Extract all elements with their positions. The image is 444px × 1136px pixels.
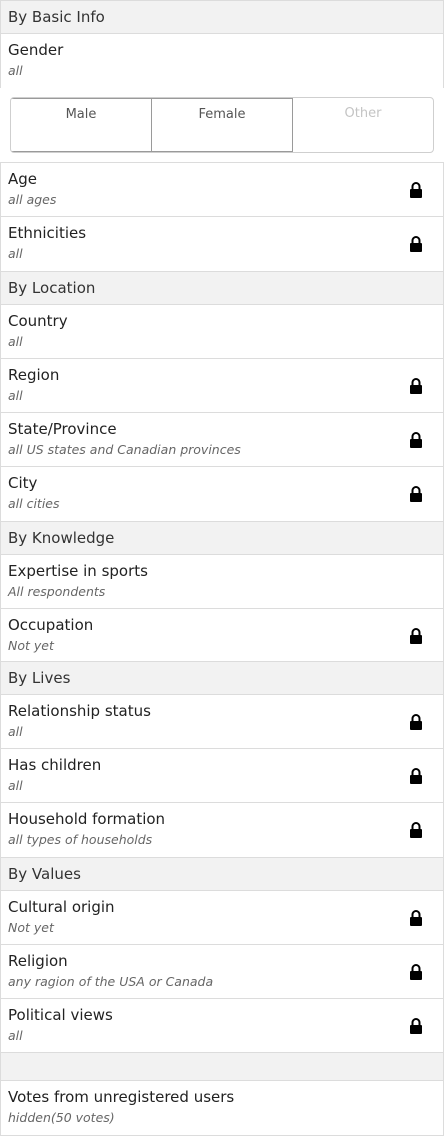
basic-info-panel: By Basic Info Gender all [0,0,444,88]
filter-label: Household formation [8,810,166,828]
section-header-location: By Location [1,272,443,305]
filter-row-household[interactable]: Household formation all types of househo… [1,803,443,857]
lock-icon [410,822,422,838]
gender-option-other[interactable]: Other [293,98,433,152]
filter-row-gender[interactable]: Gender all [1,34,443,88]
filter-value: all [8,246,23,261]
basic-info-locked-panel: Age all ages Ethnicities all [0,162,444,272]
filter-label: Relationship status [8,702,151,720]
filter-row-ethnicities[interactable]: Ethnicities all [1,217,443,271]
filter-label: Has children [8,756,102,774]
filter-value: all [8,778,23,793]
section-title: By Knowledge [8,529,115,547]
filter-value: all [8,1028,23,1043]
lock-icon [410,1018,422,1034]
filter-value: all types of households [8,832,153,847]
filter-label: Ethnicities [8,224,87,242]
filter-row-political-views[interactable]: Political views all [1,999,443,1053]
unregistered-panel: Votes from unregistered users hidden(50 … [0,1052,444,1136]
filter-row-unregistered-votes[interactable]: Votes from unregistered users hidden(50 … [1,1081,443,1135]
filter-label: Country [8,312,68,330]
filter-label: Votes from unregistered users [8,1088,235,1106]
section-title: By Values [8,865,81,883]
lock-icon [410,432,422,448]
filter-label: Political views [8,1006,113,1024]
filter-label: Expertise in sports [8,562,148,580]
lock-icon [410,628,422,644]
section-header-basic-info: By Basic Info [1,1,443,34]
knowledge-panel: By Knowledge Expertise in sports All res… [0,521,444,664]
values-panel: By Values Cultural origin Not yet Religi… [0,857,444,1054]
lock-icon [410,964,422,980]
lock-icon [410,768,422,784]
gender-option-male[interactable]: Male [11,98,152,152]
section-header-lives: By Lives [1,662,443,695]
filter-value: all [8,388,23,403]
filter-row-relationship[interactable]: Relationship status all [1,695,443,749]
lock-icon [410,378,422,394]
filter-row-country[interactable]: Country all [1,305,443,359]
filter-label: State/Province [8,420,117,438]
filter-value: all [8,63,23,78]
filter-value: all cities [8,496,60,511]
lock-icon [410,714,422,730]
section-header-values: By Values [1,858,443,891]
filter-row-state-province[interactable]: State/Province all US states and Canadia… [1,413,443,467]
filter-value: all US states and Canadian provinces [8,442,241,457]
gender-selector: Male Female Other [10,97,434,153]
lock-icon [410,486,422,502]
section-title: By Location [8,279,96,297]
filter-value: all [8,334,23,349]
section-spacer [1,1053,443,1081]
filter-value: All respondents [8,584,106,599]
filter-label: Age [8,170,38,188]
filter-value: all [8,724,23,739]
filter-value: any ragion of the USA or Canada [8,974,214,989]
filter-row-cultural-origin[interactable]: Cultural origin Not yet [1,891,443,945]
section-header-knowledge: By Knowledge [1,522,443,555]
filter-row-religion[interactable]: Religion any ragion of the USA or Canada [1,945,443,999]
filter-value: hidden(50 votes) [8,1110,115,1125]
section-title: By Basic Info [8,8,105,26]
filter-row-expertise[interactable]: Expertise in sports All respondents [1,555,443,609]
filter-row-region[interactable]: Region all [1,359,443,413]
filter-value: Not yet [8,920,54,935]
lock-icon [410,236,422,252]
filter-value: all ages [8,192,57,207]
filter-label: Cultural origin [8,898,115,916]
filter-label: Gender [8,41,64,59]
filter-label: Religion [8,952,68,970]
filter-row-age[interactable]: Age all ages [1,163,443,217]
filter-value: Not yet [8,638,54,653]
filter-row-occupation[interactable]: Occupation Not yet [1,609,443,663]
location-panel: By Location Country all Region all State… [0,271,444,522]
filter-row-city[interactable]: City all cities [1,467,443,521]
lock-icon [410,910,422,926]
filter-label: City [8,474,38,492]
lock-icon [410,182,422,198]
filter-row-has-children[interactable]: Has children all [1,749,443,803]
filter-label: Region [8,366,60,384]
section-title: By Lives [8,669,71,687]
lives-panel: By Lives Relationship status all Has chi… [0,661,444,858]
gender-option-female[interactable]: Female [152,98,293,152]
filter-label: Occupation [8,616,94,634]
